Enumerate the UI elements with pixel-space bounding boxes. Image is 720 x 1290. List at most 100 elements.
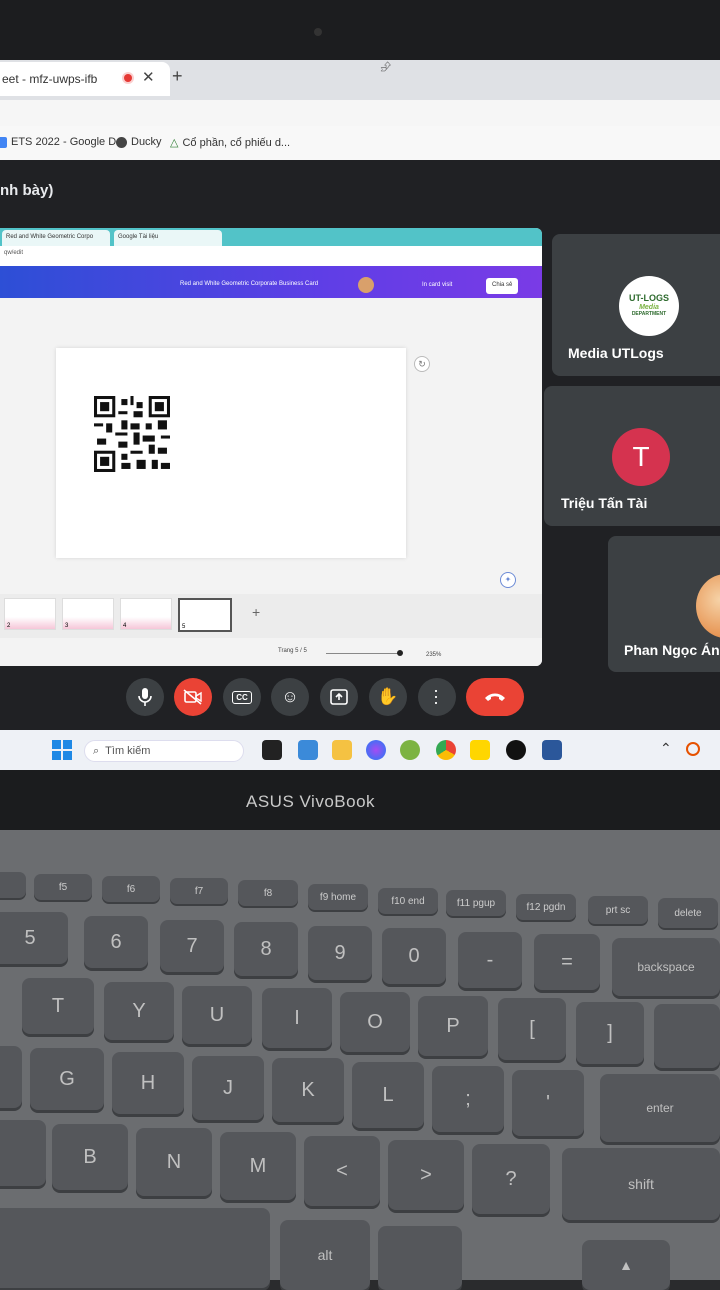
bookmark-item[interactable]: Ducky bbox=[116, 136, 162, 148]
page-thumbnail: 3 bbox=[62, 598, 114, 630]
page-indicator: Trang 5 / 5 bbox=[278, 648, 307, 654]
key: = bbox=[534, 934, 600, 990]
share-button: Chia sẻ bbox=[486, 278, 519, 294]
task-view-icon[interactable] bbox=[262, 740, 282, 760]
avatar bbox=[358, 277, 374, 293]
browser-tab-title: eet - mfz-uwps-ifb bbox=[2, 72, 98, 86]
mouse-cursor-icon: ⮵ bbox=[380, 58, 392, 74]
participant-avatar: T bbox=[612, 428, 670, 486]
key: 8 bbox=[234, 922, 298, 976]
key: O bbox=[340, 992, 410, 1052]
key: 5 bbox=[0, 912, 68, 964]
key: - bbox=[458, 932, 522, 988]
fn-key: f8 bbox=[238, 880, 298, 906]
key: ] bbox=[576, 1002, 644, 1064]
magic-icon: ✦ bbox=[500, 572, 516, 588]
bookmark-item[interactable]: △ Cổ phần, cổ phiếu d... bbox=[170, 136, 290, 150]
shared-address-bar bbox=[0, 246, 542, 267]
captions-button[interactable]: CC bbox=[223, 678, 261, 716]
more-options-button[interactable]: ··· bbox=[418, 678, 456, 716]
fn-key bbox=[0, 872, 26, 898]
key: 6 bbox=[84, 916, 148, 968]
windows-start-icon[interactable] bbox=[52, 740, 72, 760]
raise-hand-icon: ✋ bbox=[377, 687, 399, 706]
emoji-icon: ☺ bbox=[281, 687, 299, 706]
search-icon: ⌕ bbox=[93, 744, 100, 757]
document-title: Red and White Geometric Corporate Busine… bbox=[180, 281, 319, 287]
print-card-button: In card visit bbox=[422, 282, 453, 288]
fn-key: f10 end bbox=[378, 888, 438, 914]
key: B bbox=[52, 1124, 128, 1190]
key-enter: enter bbox=[600, 1074, 720, 1142]
key: ' bbox=[512, 1070, 584, 1136]
shared-address-text: qw/edit bbox=[4, 250, 24, 256]
word-icon[interactable] bbox=[542, 740, 562, 760]
chevron-up-icon[interactable]: ⌃ bbox=[660, 740, 672, 757]
key bbox=[0, 1120, 46, 1186]
participant-avatar: UT-LOGS Media DEPARTMENT bbox=[619, 276, 679, 336]
key: L bbox=[352, 1062, 424, 1128]
present-icon bbox=[330, 689, 348, 705]
leave-call-icon bbox=[485, 693, 505, 701]
page-thumbnail: 4 bbox=[120, 598, 172, 630]
raise-hand-button[interactable]: ✋ bbox=[369, 678, 407, 716]
key: 0 bbox=[382, 928, 446, 984]
sync-icon[interactable] bbox=[686, 742, 700, 756]
key bbox=[0, 1046, 22, 1108]
key-backspace: backspace bbox=[612, 938, 720, 996]
chrome-icon[interactable] bbox=[436, 740, 456, 760]
emoji-button[interactable]: ☺ bbox=[271, 678, 309, 716]
key: < bbox=[304, 1136, 380, 1206]
messenger-icon[interactable] bbox=[366, 740, 386, 760]
page-thumbnail-selected: 5 bbox=[178, 598, 232, 632]
fn-key: f5 bbox=[34, 874, 92, 900]
key: 7 bbox=[160, 920, 224, 972]
key-space bbox=[0, 1208, 270, 1288]
participant-name: Phan Ngọc Án bbox=[624, 642, 720, 658]
tiktok-icon[interactable] bbox=[506, 740, 526, 760]
file-explorer-icon[interactable] bbox=[332, 740, 352, 760]
screen-bezel bbox=[0, 0, 720, 60]
captions-icon: CC bbox=[232, 690, 252, 704]
tab-close-icon[interactable]: ✕ bbox=[142, 68, 155, 86]
fn-key: prt sc bbox=[588, 896, 648, 924]
key: ; bbox=[432, 1066, 504, 1132]
key: Y bbox=[104, 982, 174, 1040]
address-bar[interactable] bbox=[0, 100, 720, 126]
camera-off-icon bbox=[183, 689, 202, 705]
participant-name: Triệu Tấn Tài bbox=[561, 495, 648, 511]
key: K bbox=[272, 1058, 344, 1122]
page-thumbnail: 2 bbox=[4, 598, 56, 630]
key bbox=[378, 1226, 462, 1290]
store-icon[interactable] bbox=[298, 740, 318, 760]
fn-key: f9 home bbox=[308, 884, 368, 910]
mic-button[interactable] bbox=[126, 678, 164, 716]
taskbar-search[interactable]: ⌕ Tìm kiếm bbox=[84, 740, 244, 762]
sticky-notes-icon[interactable] bbox=[470, 740, 490, 760]
key: P bbox=[418, 996, 488, 1056]
key: [ bbox=[498, 998, 566, 1060]
key bbox=[654, 1004, 720, 1068]
present-button[interactable] bbox=[320, 678, 358, 716]
shared-tab: Red and White Geometric Corpo bbox=[2, 230, 110, 246]
key: I bbox=[262, 988, 332, 1048]
key: J bbox=[192, 1056, 264, 1120]
mic-icon bbox=[138, 688, 152, 706]
fn-key: f11 pgup bbox=[446, 890, 506, 916]
duck-icon bbox=[116, 136, 127, 148]
key: ? bbox=[472, 1144, 550, 1214]
key: U bbox=[182, 986, 252, 1044]
laptop-brand-logo: ASUS VivoBook bbox=[246, 792, 376, 811]
recording-indicator-icon bbox=[124, 74, 132, 82]
zalo-icon[interactable] bbox=[400, 740, 420, 760]
key: 9 bbox=[308, 926, 372, 980]
fn-key: delete bbox=[658, 898, 718, 928]
leave-call-button[interactable] bbox=[466, 678, 524, 716]
fn-key: f7 bbox=[170, 878, 228, 904]
fn-key: f6 bbox=[102, 876, 160, 902]
new-tab-button[interactable]: + bbox=[172, 66, 183, 87]
bookmark-item[interactable]: ETS 2022 - Google D... bbox=[0, 136, 125, 148]
webcam bbox=[314, 28, 322, 36]
key: H bbox=[112, 1052, 184, 1114]
camera-button[interactable] bbox=[174, 678, 212, 716]
